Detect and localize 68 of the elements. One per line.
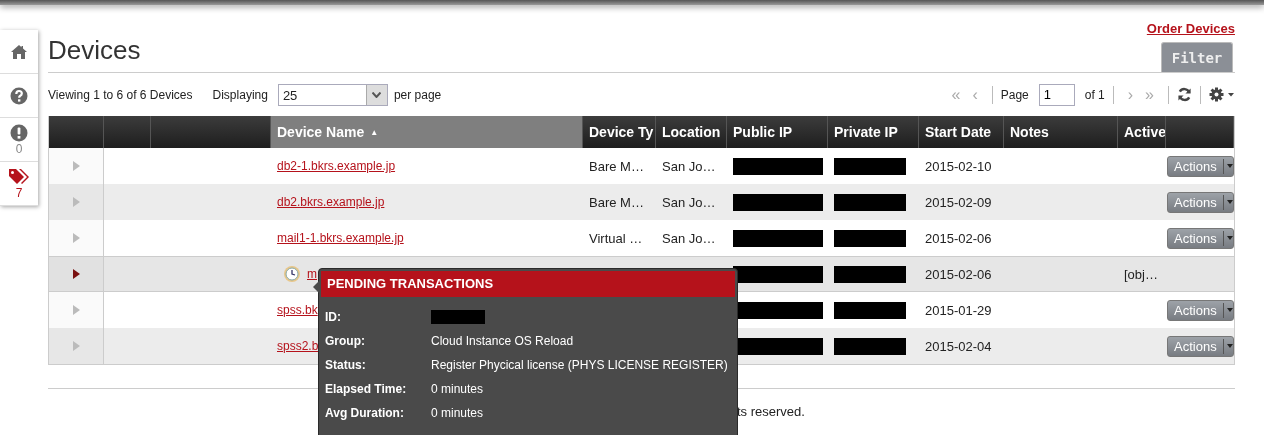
caret-icon xyxy=(1226,344,1233,348)
table-cell: 2015-01-29 xyxy=(925,302,992,318)
table-cell: 2015-02-04 xyxy=(925,338,992,354)
column-header[interactable]: Location xyxy=(656,116,727,148)
caret-icon xyxy=(1226,200,1233,204)
device-name-link[interactable]: db2-1.bkrs.example.jp xyxy=(277,159,396,173)
column-header[interactable]: Public IP xyxy=(727,116,828,148)
refresh-icon[interactable] xyxy=(1177,87,1192,102)
help-icon[interactable] xyxy=(10,86,28,105)
tags-icon[interactable] xyxy=(8,167,30,186)
field-value: 0 minutes xyxy=(431,406,484,420)
home-icon[interactable] xyxy=(10,43,28,60)
field-value: 0 minutes xyxy=(431,382,484,396)
alert-icon[interactable] xyxy=(10,123,28,142)
caret-icon xyxy=(1226,308,1233,312)
table-cell: Bare M… xyxy=(589,194,644,210)
displaying-label: Displaying xyxy=(212,87,268,102)
column-header[interactable]: Start Date xyxy=(919,116,1004,148)
device-name-link[interactable]: spss2.b xyxy=(277,339,319,353)
caret-icon xyxy=(1226,164,1233,168)
per-page-label: per page xyxy=(393,87,442,102)
field-label: Group: xyxy=(325,334,366,348)
column-header[interactable]: Device Ty xyxy=(583,116,656,148)
actions-button[interactable]: Actions xyxy=(1167,227,1234,249)
table-cell: Bare M… xyxy=(589,158,644,174)
column-header[interactable]: Notes xyxy=(1004,116,1118,148)
tooltip-title: PENDING TRANSACTIONS xyxy=(321,271,735,297)
order-devices-link[interactable]: Order Devices xyxy=(1146,21,1235,36)
actions-button[interactable]: Actions xyxy=(1167,191,1234,213)
field-value: Register Phycical license (PHYS LICENSE REGISTER) xyxy=(431,358,728,372)
count-label: 0 xyxy=(15,142,23,156)
table-cell: San Jo… xyxy=(662,230,716,246)
page-title: Devices xyxy=(48,35,141,66)
actions-button[interactable]: Actions xyxy=(1167,155,1234,177)
copyright-text: ts reserved. xyxy=(737,404,805,419)
table-cell: 2015-02-06 xyxy=(925,230,992,246)
actions-button[interactable]: Actions xyxy=(1167,335,1234,357)
table-cell: San Jo… xyxy=(662,194,716,210)
settings-icon[interactable] xyxy=(1209,87,1235,102)
table-cell: [obj… xyxy=(1124,266,1158,282)
count-label: 7 xyxy=(15,186,23,200)
clock-icon[interactable] xyxy=(283,265,301,283)
table-cell: 2015-02-06 xyxy=(925,266,992,282)
table-cell: San Jo… xyxy=(662,158,716,174)
column-header[interactable]: Device Name ▲ xyxy=(271,116,583,148)
table-cell: 2015-02-10 xyxy=(925,158,992,174)
page-label: Page xyxy=(1000,87,1029,102)
field-label: ID: xyxy=(325,310,342,324)
field-label: Status: xyxy=(325,358,367,372)
column-header[interactable]: Private IP xyxy=(828,116,919,148)
actions-button[interactable]: Actions xyxy=(1167,299,1234,321)
table-cell: Virtual … xyxy=(589,230,643,246)
caret-icon xyxy=(372,91,382,98)
device-name-link[interactable]: spss.bk xyxy=(277,303,318,317)
caret-icon xyxy=(1226,236,1233,240)
field-label: Elapsed Time: xyxy=(325,382,408,396)
field-value: Cloud Instance OS Reload xyxy=(431,334,574,348)
expand-arrow-icon[interactable] xyxy=(72,269,80,279)
column-header[interactable]: Active xyxy=(1118,116,1166,148)
page-field[interactable]: 1 xyxy=(1038,83,1075,106)
device-name-link[interactable]: m xyxy=(307,267,317,281)
results-summary: Viewing 1 to 6 of 6 Devices xyxy=(48,87,193,102)
per-page-select[interactable]: 25 xyxy=(277,83,388,106)
device-name-link[interactable]: db2.bkrs.example.jp xyxy=(277,195,385,209)
device-name-link[interactable]: mail1-1.bkrs.example.jp xyxy=(277,231,404,245)
page-count-label: of 1 xyxy=(1084,87,1105,102)
field-label: Avg Duration: xyxy=(325,406,405,420)
table-cell: 2015-02-09 xyxy=(925,194,992,210)
